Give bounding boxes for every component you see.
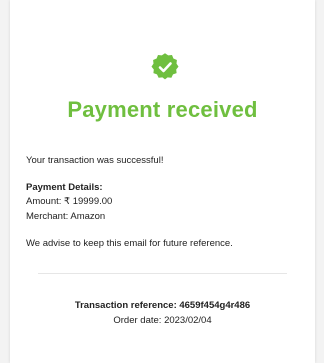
- email-card: Payment received Your transaction was su…: [10, 0, 315, 363]
- amount-text: Amount: ₹ 19999.00: [26, 196, 113, 207]
- advice-text: We advise to keep this email for future …: [26, 238, 233, 249]
- payment-details-heading: Payment Details:: [26, 182, 103, 193]
- merchant-text: Merchant: Amazon: [26, 211, 106, 222]
- success-message: Your transaction was successful!: [26, 155, 164, 166]
- order-date: Order date: 2023/02/04: [113, 315, 212, 326]
- transaction-reference: Transaction reference: 4659f454g4r486: [74, 300, 251, 311]
- divider: [38, 273, 287, 274]
- verified-check-badge-icon: [151, 53, 179, 81]
- page-title: Payment received: [67, 97, 258, 122]
